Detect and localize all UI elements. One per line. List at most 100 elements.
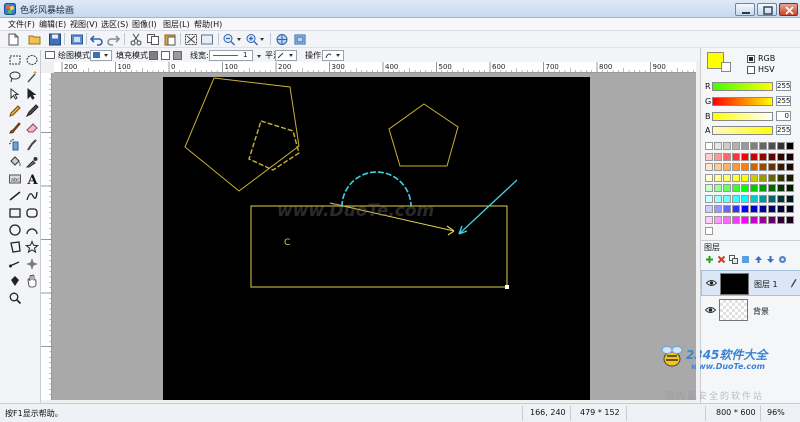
pointer-icon[interactable]: [25, 87, 39, 101]
palette-swatch[interactable]: [786, 173, 794, 182]
palette-swatch[interactable]: [741, 142, 749, 150]
line-width-dropdown-icon[interactable]: [256, 52, 262, 60]
fill-bucket-icon[interactable]: [8, 155, 22, 169]
palette-swatch[interactable]: [759, 215, 767, 224]
palette-swatch[interactable]: [777, 142, 785, 150]
lasso-icon[interactable]: [8, 70, 22, 84]
curve-tool-icon[interactable]: [25, 189, 39, 203]
arrow-tool-icon[interactable]: [8, 257, 22, 271]
new-file-icon[interactable]: [6, 33, 20, 46]
crop-icon[interactable]: [200, 33, 214, 46]
palette-swatch[interactable]: [741, 163, 749, 171]
palette-swatch[interactable]: [750, 142, 758, 150]
palette-swatch[interactable]: [750, 163, 758, 171]
palette-swatch[interactable]: [777, 152, 785, 161]
layer-row-active[interactable]: 图层 1: [701, 270, 800, 296]
eraser-icon[interactable]: [25, 121, 39, 135]
workspace[interactable]: C www.DuoTe.com: [52, 73, 696, 400]
zoom-out-icon[interactable]: [222, 33, 236, 46]
palette-swatch[interactable]: [759, 184, 767, 192]
fill-mode-none[interactable]: [149, 51, 158, 60]
palette-swatch[interactable]: [768, 152, 776, 161]
palette-swatch[interactable]: [705, 215, 713, 224]
ellipse-select-icon[interactable]: [25, 53, 39, 67]
channel-value-r[interactable]: 255: [776, 81, 791, 91]
palette-swatch[interactable]: [714, 163, 722, 171]
background-visibility-eye-icon[interactable]: [705, 306, 716, 314]
palette-swatch[interactable]: [777, 215, 785, 224]
fill-mode-solid[interactable]: [173, 51, 182, 60]
palette-swatch[interactable]: [723, 163, 731, 171]
palette-swatch[interactable]: [750, 194, 758, 203]
drawing-canvas[interactable]: C: [163, 77, 590, 400]
menu-view[interactable]: 视图(V): [70, 19, 98, 30]
palette-swatch[interactable]: [786, 152, 794, 161]
palette-swatch[interactable]: [741, 184, 749, 192]
hsv-radio-icon[interactable]: [747, 66, 755, 74]
zoom-in-icon[interactable]: [245, 33, 259, 46]
brush-icon[interactable]: [8, 121, 22, 135]
palette-swatch[interactable]: [705, 184, 713, 192]
palette-swatch[interactable]: [714, 173, 722, 182]
palette-swatch[interactable]: [741, 215, 749, 224]
palette-swatch[interactable]: [786, 194, 794, 203]
channel-value-g[interactable]: 255: [776, 96, 791, 106]
palette-swatch[interactable]: [768, 163, 776, 171]
palette-swatch[interactable]: [777, 184, 785, 192]
hand-tool-icon[interactable]: [25, 274, 39, 288]
palette-swatch[interactable]: [732, 184, 740, 192]
open-folder-icon[interactable]: [28, 33, 42, 46]
palette-swatch[interactable]: [741, 152, 749, 161]
star-tool-icon[interactable]: [25, 240, 39, 254]
palette-swatch[interactable]: [768, 173, 776, 182]
smooth-dropdown[interactable]: [275, 50, 297, 61]
palette-swatch[interactable]: [714, 152, 722, 161]
palette-swatch[interactable]: [705, 194, 713, 203]
fill-mode-outline[interactable]: [161, 51, 170, 60]
palette-swatch[interactable]: [777, 194, 785, 203]
capture-icon[interactable]: [70, 33, 84, 46]
copy-icon[interactable]: [146, 33, 160, 46]
text-tool-icon[interactable]: A: [25, 172, 39, 186]
sparkle-tool-icon[interactable]: [25, 257, 39, 271]
palette-swatch[interactable]: [786, 205, 794, 213]
menu-file[interactable]: 文件(F): [8, 19, 35, 30]
rect-select-icon[interactable]: [8, 53, 22, 67]
palette-swatch[interactable]: [732, 142, 740, 150]
palette-swatch[interactable]: [777, 205, 785, 213]
palette-swatch[interactable]: [723, 205, 731, 213]
palette-swatch[interactable]: [714, 142, 722, 150]
palette-swatch[interactable]: [714, 215, 722, 224]
channel-slider-r[interactable]: [712, 82, 773, 91]
ellipse-tool-icon[interactable]: [8, 223, 22, 237]
rgb-radio-icon[interactable]: [747, 55, 755, 63]
merge-layer-icon[interactable]: [741, 255, 750, 264]
palette-swatch[interactable]: [786, 163, 794, 171]
palette-swatch[interactable]: [759, 152, 767, 161]
smudge-icon[interactable]: [25, 138, 39, 152]
channel-value-b[interactable]: 0: [776, 111, 791, 121]
fit-window-icon[interactable]: [275, 33, 289, 46]
palette-swatch[interactable]: [759, 173, 767, 182]
palette-swatch[interactable]: [750, 152, 758, 161]
palette-swatch[interactable]: [777, 163, 785, 171]
redo-icon[interactable]: [106, 33, 120, 46]
palette-swatch[interactable]: [705, 152, 713, 161]
palette-swatch[interactable]: [732, 205, 740, 213]
vertical-scroll-strip[interactable]: [696, 62, 700, 403]
airbrush-icon[interactable]: [8, 138, 22, 152]
palette-swatch[interactable]: [723, 184, 731, 192]
menu-image[interactable]: 图像(I): [132, 19, 157, 30]
palette-swatch[interactable]: [732, 215, 740, 224]
operation-dropdown[interactable]: [322, 50, 344, 61]
channel-slider-a[interactable]: [712, 126, 773, 135]
palette-swatch[interactable]: [786, 142, 794, 150]
palette-swatch[interactable]: [750, 173, 758, 182]
palette-swatch[interactable]: [732, 173, 740, 182]
zoom-dropdown-icon[interactable]: [236, 33, 242, 46]
palette-swatch[interactable]: [777, 173, 785, 182]
zoom-in-dropdown-icon[interactable]: [259, 33, 265, 46]
secondary-color-swatch[interactable]: [721, 62, 731, 72]
minimize-button[interactable]: [735, 3, 755, 16]
close-button[interactable]: [779, 3, 798, 16]
